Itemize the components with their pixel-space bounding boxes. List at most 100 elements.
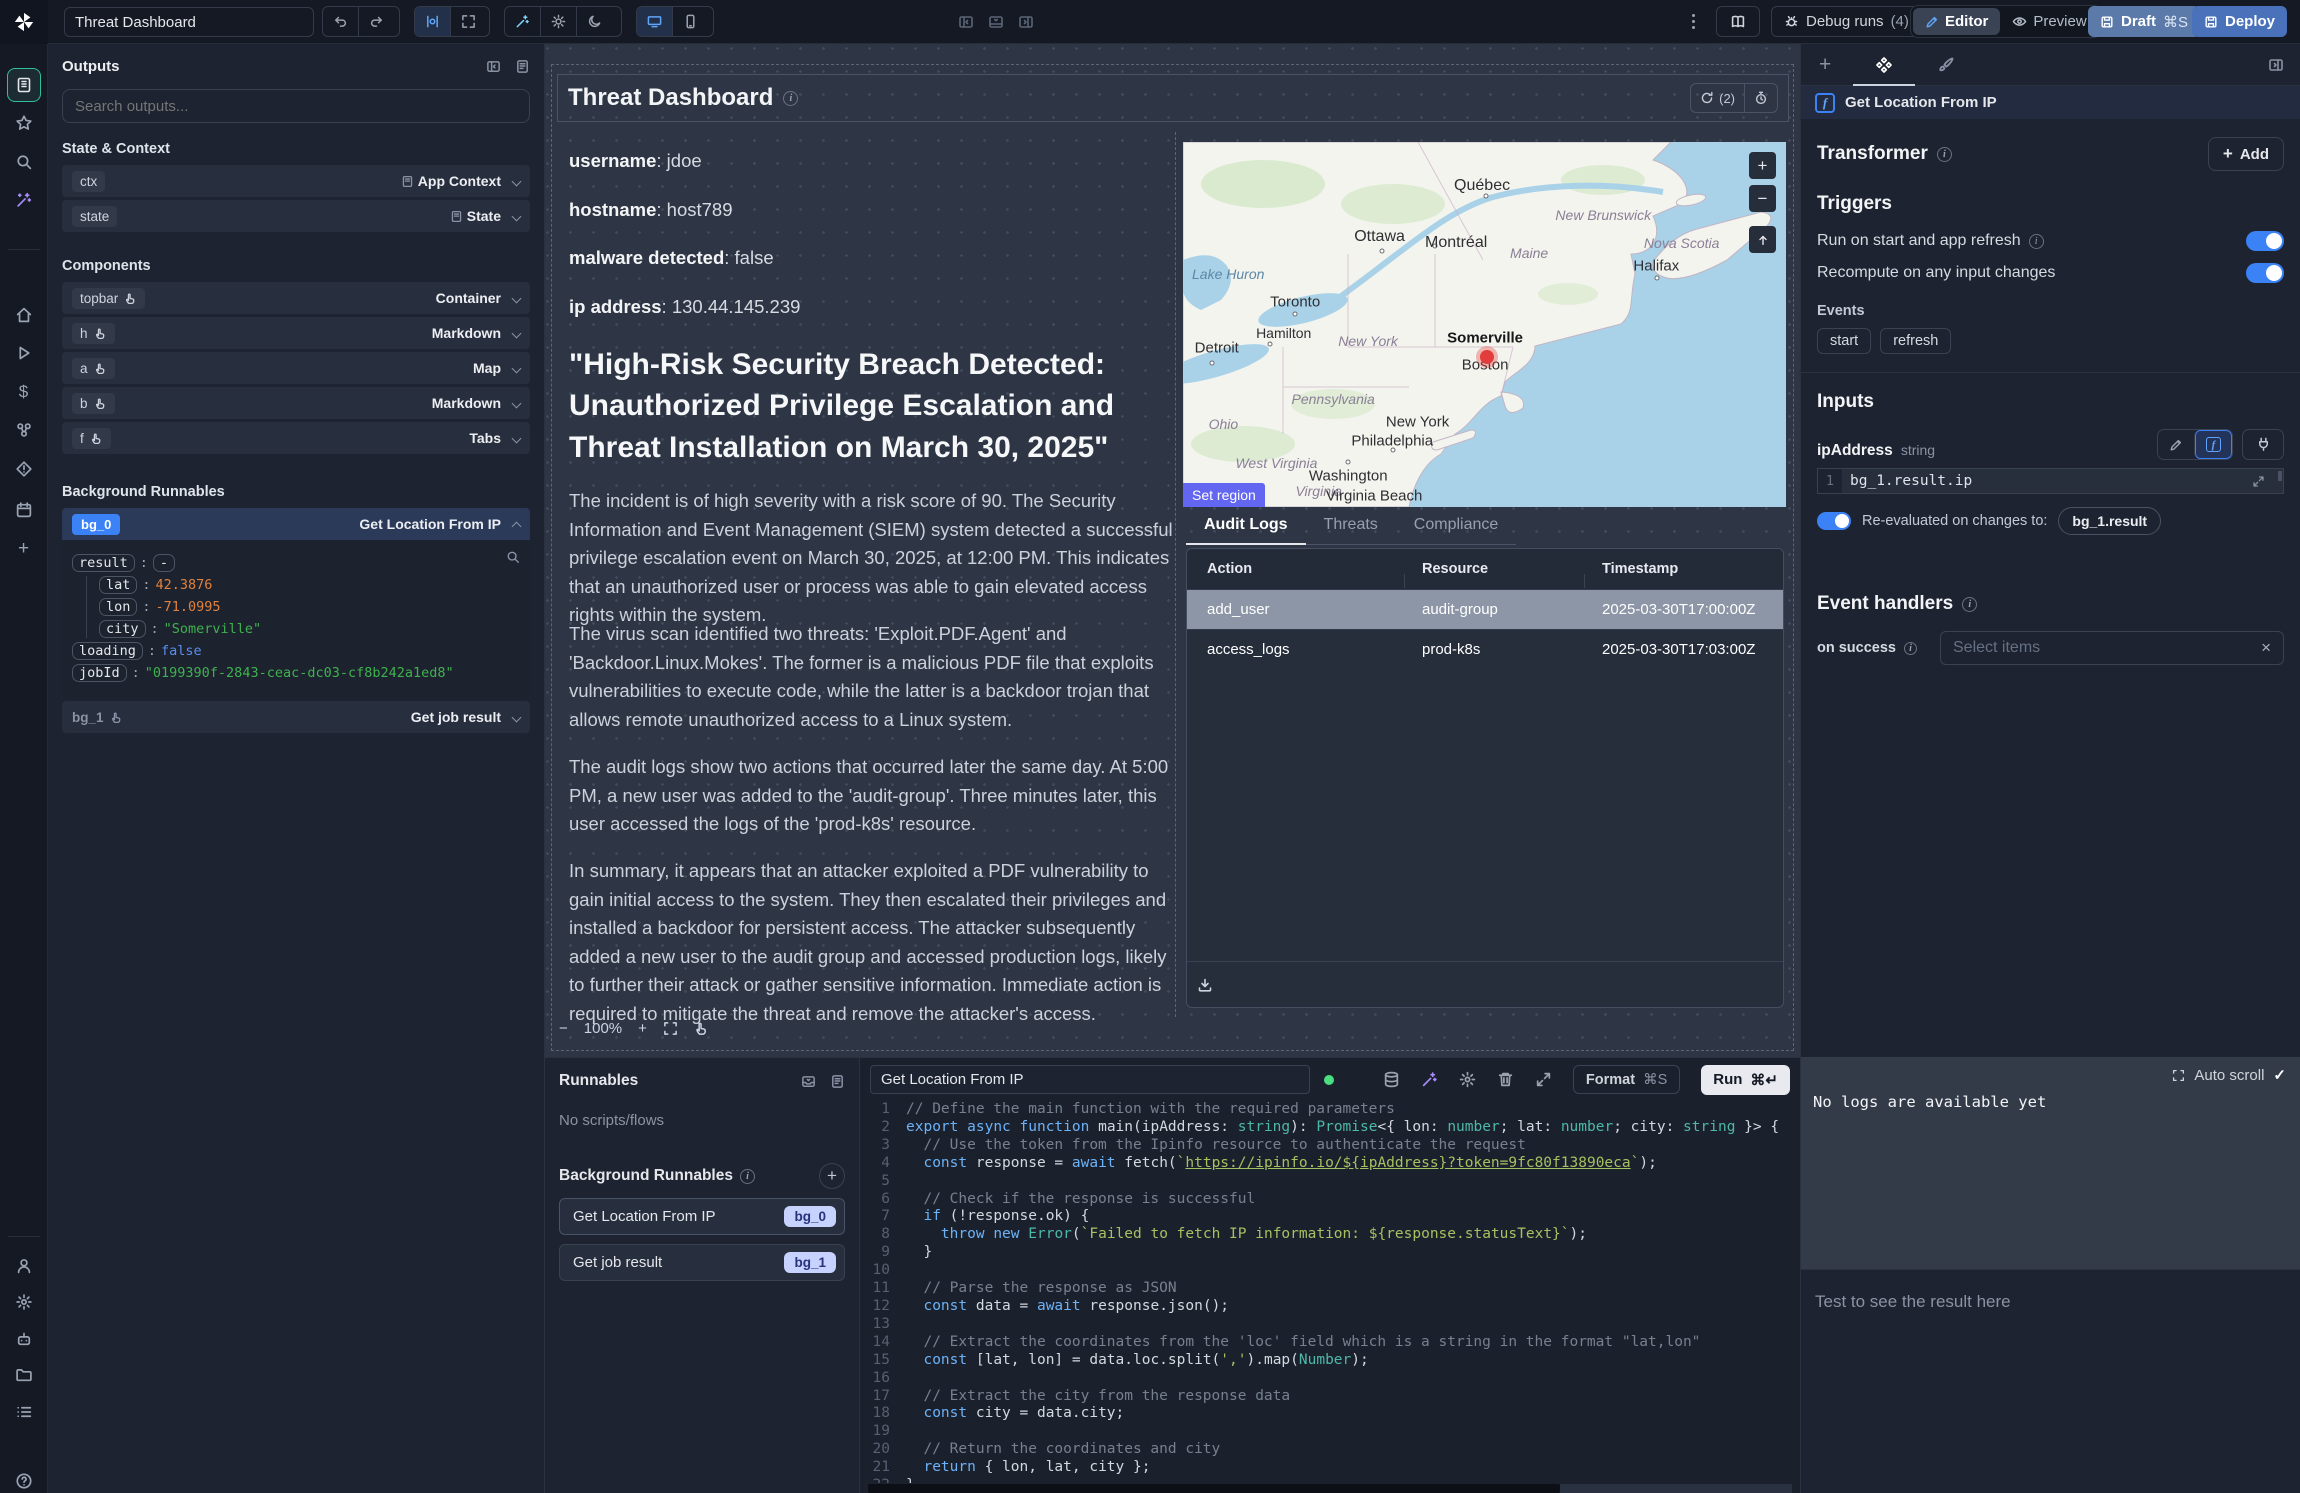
json-key[interactable]: lon bbox=[99, 598, 137, 616]
output-row-state[interactable]: state State bbox=[62, 200, 530, 232]
doc-panel-icon[interactable] bbox=[515, 59, 530, 74]
code-line[interactable]: 17 // Extract the city from the response… bbox=[860, 1388, 1800, 1406]
mobile-view-button[interactable] bbox=[672, 7, 708, 36]
table-row[interactable]: add_user audit-group 2025-03-30T17:00:00… bbox=[1187, 589, 1783, 629]
toggle-left-panel-icon[interactable] bbox=[958, 14, 974, 30]
code-line[interactable]: 20 // Return the coordinates and city bbox=[860, 1441, 1800, 1459]
json-key[interactable]: city bbox=[99, 620, 146, 638]
styling-tab[interactable] bbox=[1937, 56, 1955, 74]
tab-threats[interactable]: Threats bbox=[1306, 510, 1396, 544]
component-settings-tab[interactable] bbox=[1875, 56, 1893, 74]
recompute-toggle[interactable] bbox=[2246, 263, 2284, 283]
code-line[interactable]: 1// Define the main function with the re… bbox=[860, 1101, 1800, 1119]
autoscroll-control[interactable]: Auto scroll bbox=[2172, 1066, 2286, 1084]
code-line[interactable]: 10 bbox=[860, 1262, 1800, 1280]
code-line[interactable]: 21 return { lon, lat, city }; bbox=[860, 1459, 1800, 1477]
recompute-all-button[interactable]: (2) bbox=[1691, 84, 1744, 112]
code-line[interactable]: 14 // Extract the coordinates from the '… bbox=[860, 1334, 1800, 1352]
light-theme-button[interactable] bbox=[540, 7, 576, 36]
docs-button[interactable] bbox=[1716, 6, 1760, 37]
component-row-f[interactable]: f Tabs bbox=[62, 422, 530, 454]
deploy-button[interactable]: Deploy bbox=[2192, 6, 2287, 37]
code-line[interactable]: 5 bbox=[860, 1173, 1800, 1191]
runnable-name-input[interactable] bbox=[870, 1065, 1310, 1094]
collapse-inspector-icon[interactable] bbox=[2268, 57, 2284, 73]
rail-folders-button[interactable] bbox=[15, 1367, 32, 1384]
rail-outputs-button[interactable] bbox=[7, 68, 41, 102]
doc-panel-icon[interactable] bbox=[830, 1074, 845, 1089]
add-runnable-button[interactable]: + bbox=[819, 1163, 845, 1189]
run-on-start-toggle[interactable] bbox=[2246, 231, 2284, 251]
code-line[interactable]: 11 // Parse the response as JSON bbox=[860, 1280, 1800, 1298]
rail-runs-button[interactable] bbox=[15, 345, 32, 362]
code-line[interactable]: 6 // Check if the response is successful bbox=[860, 1191, 1800, 1209]
rail-add-button[interactable]: + bbox=[18, 538, 29, 560]
component-row-h[interactable]: h Markdown bbox=[62, 317, 530, 349]
app-canvas[interactable]: Threat Dashboard (2) username: jdoe host… bbox=[545, 44, 1800, 1057]
more-menu-button[interactable] bbox=[1688, 10, 1699, 33]
preview-tab[interactable]: Preview bbox=[2000, 8, 2098, 35]
code-line[interactable]: 4 const response = await fetch(`https://… bbox=[860, 1155, 1800, 1173]
undo-button[interactable] bbox=[323, 7, 358, 36]
draft-button[interactable]: Draft ⌘S bbox=[2088, 6, 2200, 37]
database-icon[interactable] bbox=[1383, 1071, 1400, 1088]
runnable-item-bg1[interactable]: Get job result bg_1 bbox=[559, 1244, 845, 1281]
insert-component-tab[interactable]: + bbox=[1819, 53, 1831, 77]
component-row-a[interactable]: a Map bbox=[62, 352, 530, 384]
code-line[interactable]: 2export async function main(ipAddress: s… bbox=[860, 1119, 1800, 1137]
app-title-input[interactable] bbox=[64, 7, 314, 37]
output-row-ctx[interactable]: ctx App Context bbox=[62, 165, 530, 197]
inbox-icon[interactable] bbox=[801, 1074, 816, 1089]
map-zoom-out-button[interactable]: − bbox=[1749, 185, 1776, 212]
download-icon[interactable] bbox=[1197, 977, 1213, 993]
editor-hscrollbar-thumb[interactable] bbox=[868, 1484, 1560, 1493]
ai-theme-button[interactable] bbox=[505, 7, 540, 36]
expand-logs-icon[interactable] bbox=[2172, 1069, 2185, 1082]
rail-search-button[interactable] bbox=[15, 154, 32, 171]
rail-favorites-button[interactable] bbox=[15, 115, 32, 132]
static-mode-button[interactable] bbox=[2158, 430, 2194, 459]
map-zoom-in-button[interactable]: + bbox=[1749, 152, 1776, 179]
component-row-topbar[interactable]: topbar Container bbox=[62, 282, 530, 314]
search-outputs-input[interactable] bbox=[62, 89, 530, 123]
run-button[interactable]: Run ⌘↵ bbox=[1701, 1065, 1790, 1095]
json-collapse-button[interactable]: - bbox=[153, 554, 175, 572]
pan-hand-icon[interactable] bbox=[694, 1021, 709, 1036]
bg1-row[interactable]: bg_1 Get job result bbox=[62, 701, 530, 733]
expand-editor-icon[interactable] bbox=[1535, 1071, 1552, 1088]
editor-hscrollbar-track[interactable] bbox=[1560, 1484, 1792, 1493]
collapse-panel-icon[interactable] bbox=[486, 59, 501, 74]
code-line[interactable]: 22} bbox=[860, 1477, 1800, 1483]
reeval-dependency-chip[interactable]: bg_1.result bbox=[2058, 507, 2161, 535]
rail-help-button[interactable] bbox=[15, 1473, 32, 1490]
delete-icon[interactable] bbox=[1497, 1071, 1514, 1088]
json-key[interactable]: lat bbox=[99, 576, 137, 594]
settings-icon[interactable] bbox=[1459, 1071, 1476, 1088]
json-key[interactable]: loading bbox=[72, 642, 143, 660]
rail-home-button[interactable] bbox=[15, 307, 32, 324]
code-line[interactable]: 18 const city = data.city; bbox=[860, 1405, 1800, 1423]
windmill-logo[interactable] bbox=[0, 0, 48, 44]
dark-theme-button[interactable] bbox=[576, 7, 612, 36]
code-area[interactable]: 1// Define the main function with the re… bbox=[860, 1101, 1800, 1483]
on-success-select[interactable]: Select items bbox=[1940, 631, 2284, 665]
rail-workers-button[interactable] bbox=[15, 1331, 32, 1348]
rail-users-button[interactable] bbox=[15, 1258, 32, 1275]
rail-resources-button[interactable] bbox=[15, 422, 32, 439]
toggle-right-panel-icon[interactable] bbox=[1018, 14, 1034, 30]
add-transformer-button[interactable]: +Add bbox=[2208, 137, 2284, 171]
clear-select-icon[interactable] bbox=[2261, 638, 2271, 658]
event-chip-start[interactable]: start bbox=[1817, 328, 1871, 354]
timing-button[interactable] bbox=[1744, 84, 1777, 112]
rail-ai-button[interactable] bbox=[15, 192, 32, 209]
rail-audit-logs-button[interactable] bbox=[15, 1404, 32, 1421]
rail-schedules-button[interactable] bbox=[15, 502, 32, 519]
zoom-in-button[interactable]: + bbox=[638, 1020, 647, 1037]
rail-settings-button[interactable] bbox=[15, 1294, 32, 1311]
code-line[interactable]: 15 const [lat, lon] = data.loc.split(','… bbox=[860, 1352, 1800, 1370]
code-line[interactable]: 8 throw new Error(`Failed to fetch IP in… bbox=[860, 1226, 1800, 1244]
json-search-icon[interactable] bbox=[506, 550, 520, 564]
code-line[interactable]: 13 bbox=[860, 1316, 1800, 1334]
event-chip-refresh[interactable]: refresh bbox=[1880, 328, 1951, 354]
code-line[interactable]: 7 if (!response.ok) { bbox=[860, 1208, 1800, 1226]
